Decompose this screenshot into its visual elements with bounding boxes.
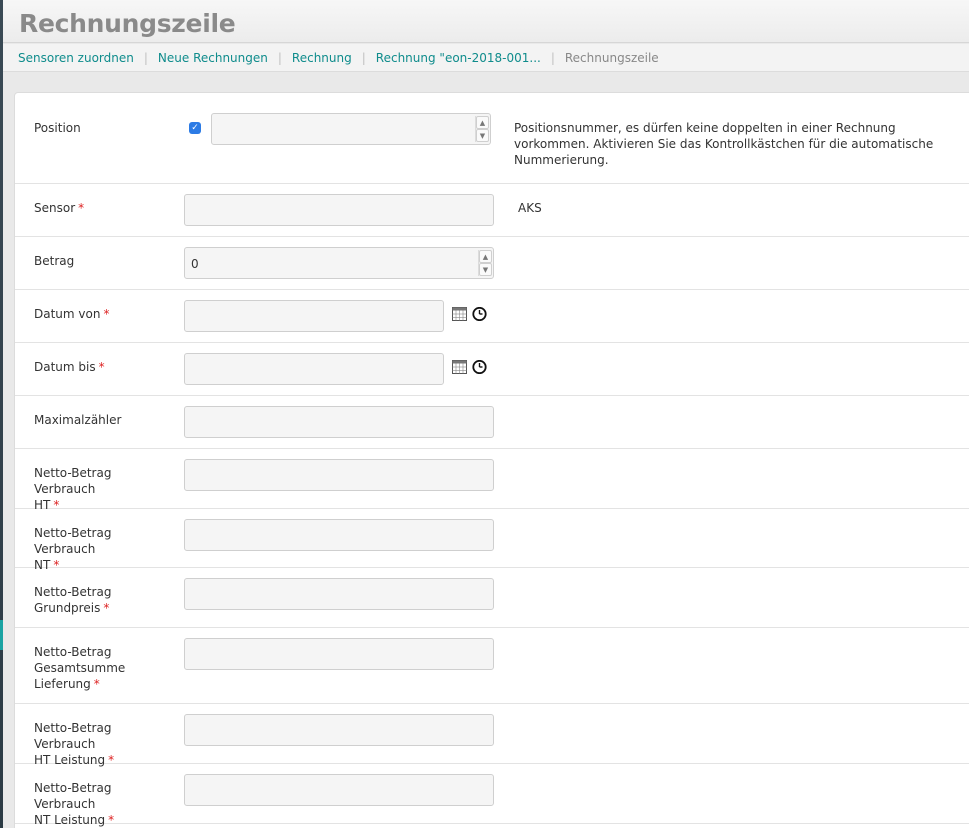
datum-bis-label-text: Datum bis — [34, 360, 96, 374]
breadcrumb-link-sensoren-zuordnen[interactable]: Sensoren zuordnen — [18, 51, 134, 65]
form-row-betrag: Betrag 0 ▲ ▼ — [15, 237, 969, 290]
calendar-icon[interactable] — [452, 307, 467, 321]
maximalzaehler-label: Maximalzähler — [34, 413, 122, 427]
netto-nt-leistung-label: Netto-Betrag Verbrauch NT Leistung * — [34, 780, 174, 828]
position-hint-line: Positionsnummer, es dürfen keine doppelt… — [514, 121, 896, 135]
breadcrumb-link-neue-rechnungen[interactable]: Neue Rechnungen — [158, 51, 268, 65]
spinner-up-icon[interactable]: ▲ — [479, 250, 492, 263]
netto-ht-label-line: Netto-Betrag Verbrauch — [34, 466, 112, 496]
breadcrumb: Sensoren zuordnen | Neue Rechnungen | Re… — [3, 44, 969, 72]
page-title: Rechnungszeile — [19, 9, 236, 38]
netto-nt-label: Netto-Betrag Verbrauch NT * — [34, 525, 174, 573]
form-row-netto-ht-leistung: Netto-Betrag Verbrauch HT Leistung * — [15, 704, 969, 767]
betrag-input[interactable]: 0 ▲ ▼ — [184, 247, 494, 279]
netto-grundpreis-label-text: Grundpreis — [34, 601, 101, 615]
position-spinner: ▲ ▼ — [475, 116, 489, 142]
datum-von-label-text: Datum von — [34, 307, 101, 321]
netto-ht-leistung-input[interactable] — [184, 714, 494, 746]
datum-von-input[interactable] — [184, 300, 444, 332]
form-row-datum-bis: Datum bis * — [15, 343, 969, 396]
form-row-position: Position ✓ ▲ ▼ Positionsnummer, es dürfe… — [15, 93, 969, 184]
required-marker: * — [103, 601, 110, 615]
sensor-hint: AKS — [518, 201, 542, 215]
netto-gesamtsumme-label-line-3: Lieferung * — [34, 676, 174, 692]
form-row-netto-gesamtsumme: Netto-Betrag Gesamtsumme Lieferung * — [15, 628, 969, 704]
sensor-label: Sensor * — [34, 200, 174, 216]
left-edge-bar — [0, 0, 3, 828]
position-hint-line: Nummerierung. — [514, 153, 609, 167]
position-hint: Positionsnummer, es dürfen keine doppelt… — [514, 120, 934, 168]
netto-gesamtsumme-label-text: Lieferung — [34, 677, 91, 691]
sensor-input[interactable] — [184, 194, 494, 226]
netto-ht-leistung-label: Netto-Betrag Verbrauch HT Leistung * — [34, 720, 174, 768]
auto-numbering-checkbox[interactable]: ✓ — [189, 122, 201, 134]
netto-nt-leistung-label-line-2: NT Leistung * — [34, 812, 174, 828]
clock-icon[interactable] — [472, 360, 487, 374]
breadcrumb-current: Rechnungszeile — [564, 50, 659, 65]
page-header: Rechnungszeile — [3, 0, 969, 43]
netto-nt-leistung-input[interactable] — [184, 774, 494, 806]
form-panel: Position ✓ ▲ ▼ Positionsnummer, es dürfe… — [14, 92, 969, 828]
netto-nt-input[interactable] — [184, 519, 494, 551]
netto-grundpreis-label-line: Netto-Betrag — [34, 585, 112, 599]
betrag-spinner: ▲ ▼ — [478, 250, 492, 276]
required-marker: * — [103, 307, 110, 321]
spinner-down-icon[interactable]: ▼ — [479, 263, 492, 276]
position-hint-line: vorkommen. Aktivieren Sie das Kontrollkä… — [514, 137, 934, 151]
netto-grundpreis-label: Netto-Betrag Grundpreis * — [34, 584, 174, 616]
spinner-down-icon[interactable]: ▼ — [476, 129, 489, 142]
maximalzaehler-input[interactable] — [184, 406, 494, 438]
datum-von-label: Datum von * — [34, 306, 174, 322]
netto-nt-label-line: Netto-Betrag Verbrauch — [34, 526, 112, 556]
clock-icon[interactable] — [472, 307, 487, 321]
netto-grundpreis-label-line-2: Grundpreis * — [34, 600, 174, 616]
netto-ht-leistung-label-line: Netto-Betrag Verbrauch — [34, 721, 112, 751]
netto-nt-leistung-label-text: NT Leistung — [34, 813, 106, 827]
betrag-label: Betrag — [34, 254, 75, 268]
position-label: Position — [34, 121, 81, 135]
breadcrumb-link-rechnung-eon[interactable]: Rechnung "eon-2018-001... — [376, 51, 541, 65]
sensor-label-text: Sensor — [34, 201, 76, 215]
netto-gesamtsumme-label-line: Netto-Betrag — [34, 645, 112, 659]
spinner-up-icon[interactable]: ▲ — [476, 116, 489, 129]
breadcrumb-separator: | — [143, 50, 148, 65]
required-marker: * — [98, 360, 105, 374]
netto-grundpreis-input[interactable] — [184, 578, 494, 610]
form-row-netto-nt-leistung: Netto-Betrag Verbrauch NT Leistung * — [15, 764, 969, 827]
netto-ht-label: Netto-Betrag Verbrauch HT * — [34, 465, 174, 513]
netto-ht-input[interactable] — [184, 459, 494, 491]
form-row-maximalzaehler: Maximalzähler — [15, 396, 969, 449]
breadcrumb-separator: | — [550, 50, 555, 65]
form-row-netto-grundpreis: Netto-Betrag Grundpreis * — [15, 568, 969, 628]
form-row-netto-ht: Netto-Betrag Verbrauch HT * — [15, 449, 969, 512]
left-edge-accent — [0, 620, 3, 650]
datum-bis-input[interactable] — [184, 353, 444, 385]
required-marker: * — [108, 813, 115, 827]
netto-gesamtsumme-label-line: Gesamtsumme — [34, 661, 126, 675]
breadcrumb-separator: | — [277, 50, 282, 65]
datum-bis-label: Datum bis * — [34, 359, 174, 375]
form-row-datum-von: Datum von * — [15, 290, 969, 343]
netto-gesamtsumme-label: Netto-Betrag Gesamtsumme Lieferung * — [34, 644, 174, 692]
breadcrumb-link-rechnung[interactable]: Rechnung — [292, 51, 352, 65]
form-row-sensor: Sensor * AKS — [15, 184, 969, 237]
required-marker: * — [93, 677, 100, 691]
betrag-value: 0 — [191, 257, 199, 271]
netto-gesamtsumme-input[interactable] — [184, 638, 494, 670]
form-row-netto-nt: Netto-Betrag Verbrauch NT * — [15, 509, 969, 572]
calendar-icon[interactable] — [452, 360, 467, 374]
netto-nt-leistung-label-line: Netto-Betrag Verbrauch — [34, 781, 112, 811]
breadcrumb-separator: | — [361, 50, 366, 65]
required-marker: * — [78, 201, 85, 215]
position-input[interactable]: ▲ ▼ — [211, 113, 491, 145]
